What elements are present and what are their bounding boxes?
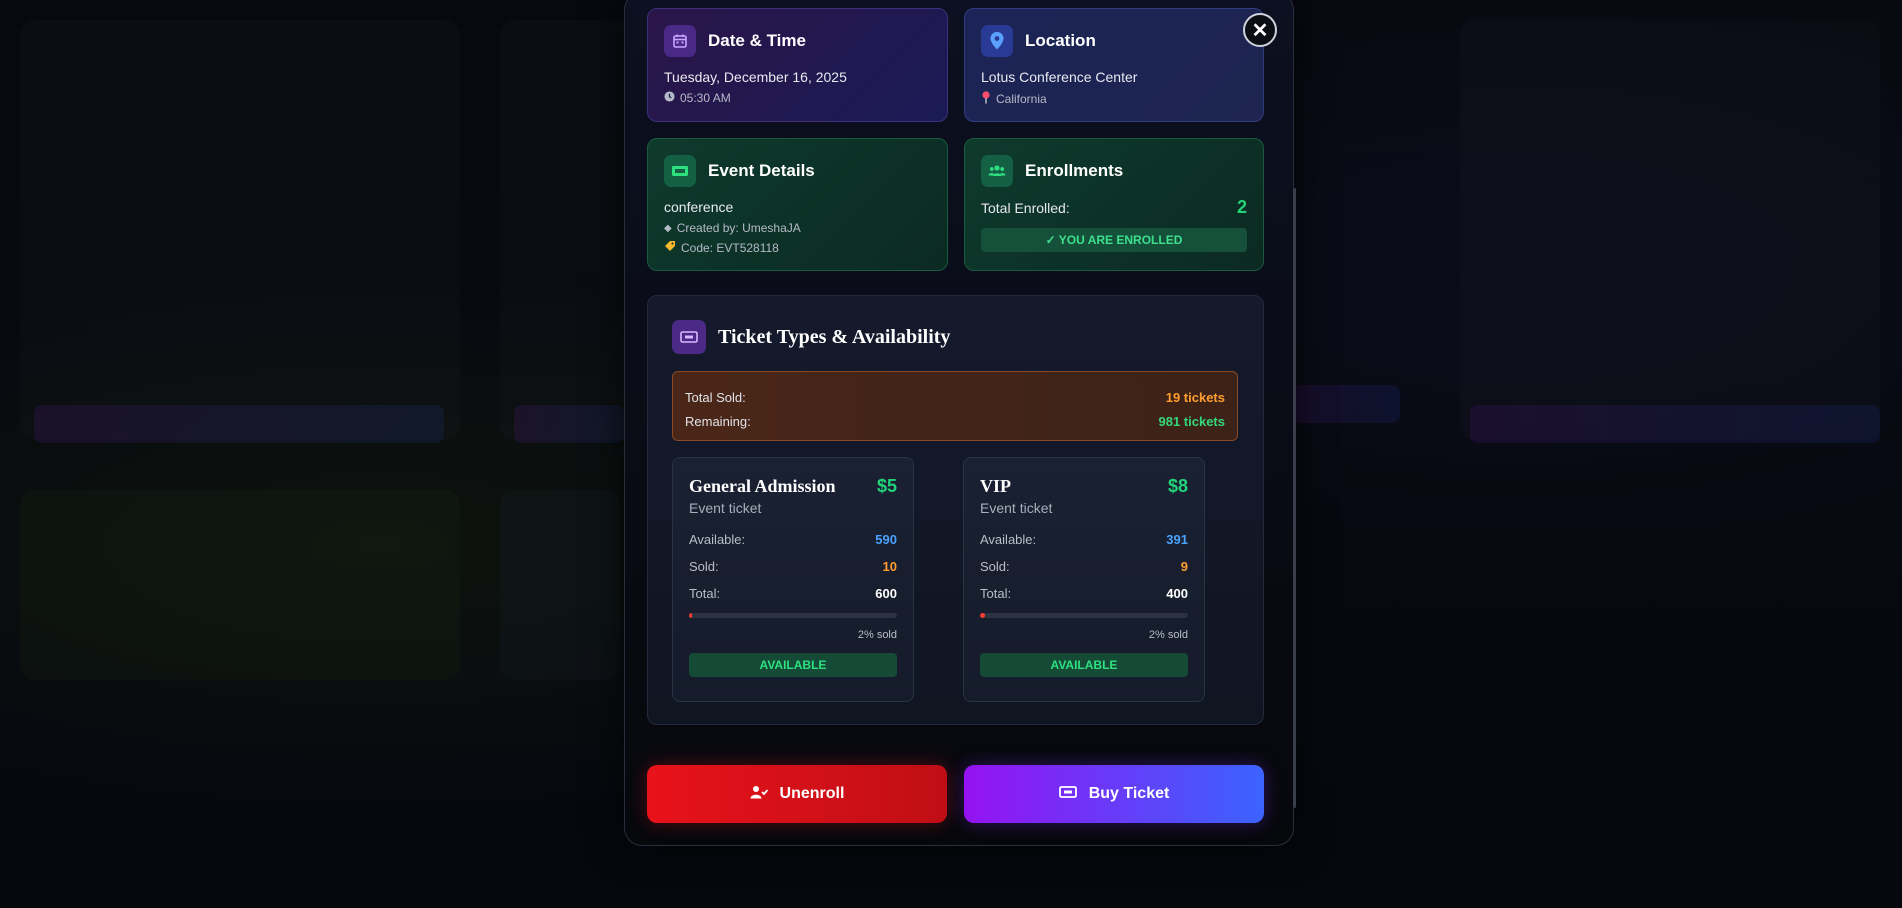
sold-value: 9 [1180,559,1188,574]
available-value: 590 [875,532,897,547]
tag-icon [664,240,676,255]
event-date: Tuesday, December 16, 2025 [664,69,847,85]
code-row: Code: EVT528118 [664,240,931,255]
event-creator: Created by: UmeshaJA [676,221,801,235]
ticket-icon [1058,785,1077,804]
map-pin-icon [981,25,1013,57]
pushpin-icon [981,91,991,107]
unenroll-button[interactable]: Unenroll [647,765,947,823]
buy-ticket-label: Buy Ticket [1088,785,1170,802]
close-icon: ✕ [1251,19,1269,42]
enrollments-card: Enrollments Total Enrolled: 2 ✓ YOU ARE … [964,138,1264,271]
available-label: Available: [980,532,1037,547]
ticket-icon [672,320,706,354]
event-code: Code: EVT528118 [681,240,779,255]
total-value: 600 [875,586,897,601]
total-enrolled-label: Total Enrolled: [981,199,1070,216]
remaining-label: Remaining: [685,413,751,429]
ticket-card-vip[interactable]: VIP $8 Event ticket Available: 391 Sold:… [963,457,1205,702]
ticket-description: Event ticket [980,500,1053,516]
event-time-row: 05:30 AM [664,91,931,105]
remaining-value: 981 tickets [1158,413,1226,429]
date-time-title: Date & Time [708,31,806,50]
available-label: Available: [689,532,746,547]
sold-progress-fill [980,613,985,618]
user-check-icon [750,785,768,804]
sold-label: Sold: [689,559,719,574]
location-card: Location Lotus Conference Center Califor… [964,8,1264,122]
ticket-description: Event ticket [689,500,762,516]
ticket-price: $8 [1167,476,1188,496]
event-details-title: Event Details [708,161,815,180]
event-category: conference [664,199,734,215]
enrollments-title: Enrollments [1025,161,1124,180]
calendar-icon [664,25,696,57]
total-label: Total: [980,586,1012,601]
percent-sold: 2% sold [1148,629,1188,641]
sold-progress-bar [689,613,897,618]
ticket-icon [664,155,696,187]
location-title: Location [1025,31,1096,50]
date-time-card: Date & Time Tuesday, December 16, 2025 0… [647,8,948,122]
total-value: 400 [1166,586,1188,601]
unenroll-label: Unenroll [779,785,845,802]
sold-value: 10 [882,559,897,574]
ticket-types-title: Ticket Types & Availability [718,325,951,348]
buy-ticket-button[interactable]: Buy Ticket [964,765,1264,823]
venue-name: Lotus Conference Center [981,69,1138,85]
sold-progress-fill [689,613,693,618]
percent-sold: 2% sold [857,629,897,641]
total-enrolled-count: 2 [1236,197,1247,217]
modal-scrollbar[interactable] [1293,188,1296,808]
total-enrolled-row: Total Enrolled: 2 [981,197,1247,218]
total-label: Total: [689,586,721,601]
ticket-types-panel: Ticket Types & Availability Total Sold: … [647,295,1264,725]
ticket-name: General Admission [689,476,836,496]
region-row: California [981,91,1247,107]
total-sold-value: 19 tickets [1165,389,1225,405]
availability-badge: AVAILABLE [689,653,897,677]
ticket-card-general-admission[interactable]: General Admission $5 Event ticket Availa… [672,457,914,702]
creator-row: ◆ Created by: UmeshaJA [664,221,931,235]
ticket-price: $5 [876,476,897,496]
users-icon [981,155,1013,187]
sold-label: Sold: [980,559,1010,574]
clock-icon [664,91,675,105]
event-details-card: Event Details conference ◆ Created by: U… [647,138,948,271]
ticket-summary: Total Sold: 19 tickets Remaining: 981 ti… [672,371,1238,441]
total-sold-label: Total Sold: [685,389,746,405]
enrolled-status-badge: ✓ YOU ARE ENROLLED [981,228,1247,252]
sold-progress-bar [980,613,1188,618]
available-value: 391 [1166,532,1188,547]
event-time: 05:30 AM [680,91,731,105]
close-button[interactable]: ✕ [1243,13,1277,47]
user-diamond-icon: ◆ [664,222,672,234]
region-name: California [996,92,1047,106]
ticket-name: VIP [980,476,1011,496]
availability-badge: AVAILABLE [980,653,1188,677]
